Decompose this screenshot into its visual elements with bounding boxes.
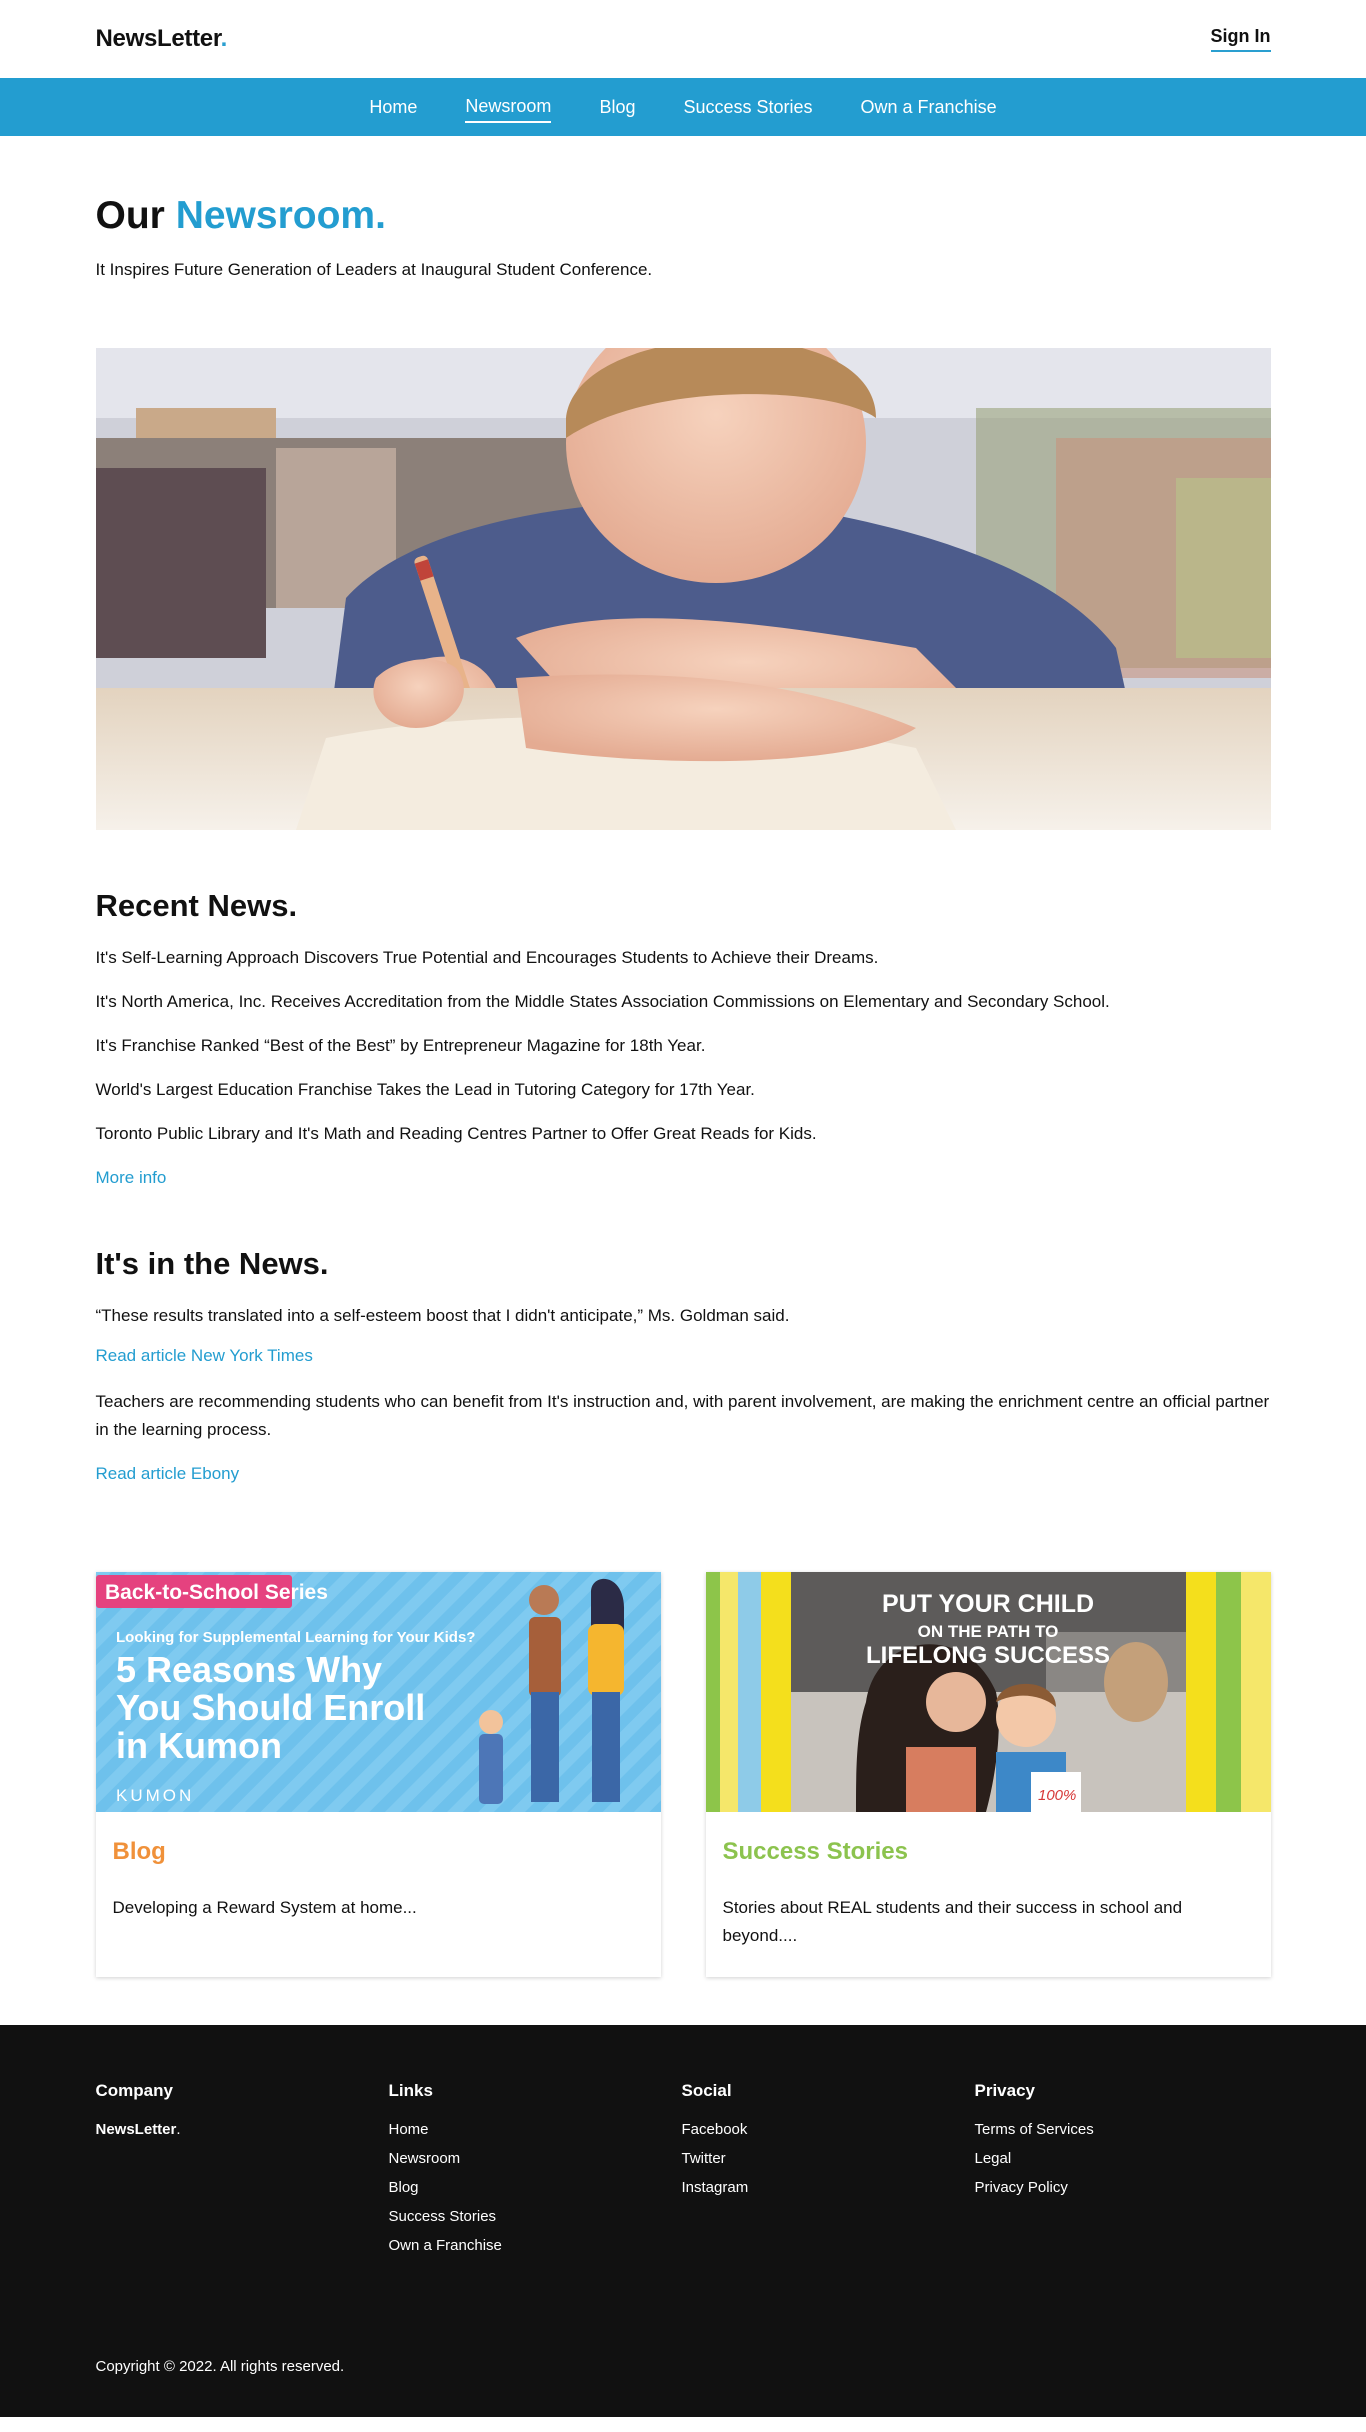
footer-link-own-a-franchise[interactable]: Own a Franchise [389, 2237, 682, 2254]
back-to-school-banner: Back-to-School Series Looking for Supple… [95, 1572, 661, 1812]
banner-headline-1: 5 Reasons Why [116, 1649, 382, 1690]
read-article-ebony-link[interactable]: Read article Ebony [96, 1464, 240, 1484]
success-stories-card[interactable]: 100% PUT YOUR CHILD ON THE PATH TO LIFEL… [705, 1572, 1271, 1977]
copyright-text: Copyright © 2022. All rights reserved. [95, 2358, 345, 2375]
footer-social-heading: Social [681, 2081, 732, 2100]
in-the-news-section: It's in the News. “These results transla… [96, 1246, 1271, 1484]
list-item: It's North America, Inc. Receives Accred… [95, 992, 1110, 1011]
hero-image-child-drawing [95, 348, 1271, 830]
footer-link-facebook[interactable]: Facebook [682, 2121, 975, 2138]
footer-links-column: Links Home Newsroom Blog Success Stories… [389, 2081, 682, 2266]
main-content: Our Newsroom. It Inspires Future Generat… [95, 194, 1271, 1977]
banner-line-1: PUT YOUR CHILD [881, 1590, 1093, 1618]
top-header: NewsLetter. Sign In Home Newsroom Blog S… [0, 0, 1366, 136]
site-logo[interactable]: NewsLetter. [95, 25, 228, 53]
footer-social-column: Social Facebook Twitter Instagram [682, 2081, 975, 2266]
blog-card-description: Developing a Reward System at home... [112, 1898, 417, 1917]
page-title: Our Newsroom. [96, 194, 1271, 238]
list-item: World's Largest Education Franchise Take… [95, 1080, 755, 1099]
banner-headline-3: in Kumon [116, 1725, 282, 1766]
nav-success-stories[interactable]: Success Stories [683, 93, 812, 122]
cards-section: Back-to-School Series Looking for Supple… [95, 1572, 1271, 1977]
footer-link-terms[interactable]: Terms of Services [975, 2121, 1268, 2138]
banner-line-3: LIFELONG SUCCESS [865, 1642, 1109, 1669]
site-footer: Company NewsLetter. Links Home Newsroom … [0, 2025, 1366, 2417]
in-the-news-heading: It's in the News. [95, 1246, 329, 1281]
footer-link-instagram[interactable]: Instagram [682, 2179, 975, 2196]
blog-card-title[interactable]: Blog [113, 1838, 644, 1866]
footer-brand-dot: . [176, 2121, 181, 2138]
recent-news-section: Recent News. It's Self-Learning Approach… [96, 888, 1271, 1188]
banner-line-2: ON THE PATH TO [917, 1622, 1058, 1641]
paper-score: 100% [1038, 1787, 1076, 1804]
list-item: It's Franchise Ranked “Best of the Best”… [95, 1036, 706, 1055]
hero-illustration [95, 348, 1271, 830]
page-subtitle: It Inspires Future Generation of Leaders… [95, 260, 653, 279]
banner-headline-2: You Should Enroll [116, 1687, 425, 1728]
banner-kicker: Looking for Supplemental Learning for Yo… [116, 1629, 475, 1646]
footer-link-privacy-policy[interactable]: Privacy Policy [975, 2179, 1268, 2196]
footer-privacy-heading: Privacy [974, 2081, 1036, 2100]
recent-news-heading: Recent News. [95, 888, 298, 923]
news-quote: “These results translated into a self-es… [95, 1306, 790, 1325]
footer-link-blog[interactable]: Blog [389, 2179, 682, 2196]
footer-brand: NewsLetter. [96, 2121, 389, 2138]
footer-privacy-column: Privacy Terms of Services Legal Privacy … [975, 2081, 1268, 2266]
news-paragraph: Teachers are recommending students who c… [95, 1392, 1270, 1439]
blog-card[interactable]: Back-to-School Series Looking for Supple… [95, 1572, 661, 1977]
main-nav: Home Newsroom Blog Success Stories Own a… [0, 78, 1366, 136]
footer-company-column: Company NewsLetter. [96, 2081, 389, 2266]
success-card-description: Stories about REAL students and their su… [722, 1898, 1183, 1945]
logo-dot: . [220, 25, 228, 52]
success-card-image: 100% PUT YOUR CHILD ON THE PATH TO LIFEL… [705, 1572, 1271, 1812]
recent-news-list: It's Self-Learning Approach Discovers Tr… [96, 948, 1271, 1144]
footer-link-twitter[interactable]: Twitter [682, 2150, 975, 2167]
logo-text: NewsLetter [95, 25, 221, 52]
banner-badge: Back-to-School Series [105, 1581, 328, 1604]
page-title-accent: Newsroom. [175, 194, 386, 237]
footer-company-heading: Company [95, 2081, 173, 2100]
nav-own-a-franchise[interactable]: Own a Franchise [861, 93, 997, 122]
footer-link-newsroom[interactable]: Newsroom [389, 2150, 682, 2167]
success-card-title[interactable]: Success Stories [723, 1838, 1254, 1866]
sign-in-link[interactable]: Sign In [1210, 26, 1271, 52]
blog-card-image: Back-to-School Series Looking for Supple… [95, 1572, 661, 1812]
footer-brand-name: NewsLetter [95, 2121, 177, 2138]
list-item: Toronto Public Library and It's Math and… [95, 1124, 817, 1143]
nav-blog[interactable]: Blog [599, 93, 635, 122]
more-info-link[interactable]: More info [96, 1168, 167, 1188]
list-item: It's Self-Learning Approach Discovers Tr… [95, 948, 879, 967]
lifelong-success-banner: 100% PUT YOUR CHILD ON THE PATH TO LIFEL… [705, 1572, 1271, 1812]
read-article-nyt-link[interactable]: Read article New York Times [96, 1346, 313, 1366]
page-title-prefix: Our [95, 194, 165, 237]
nav-home[interactable]: Home [369, 93, 417, 122]
footer-link-success-stories[interactable]: Success Stories [389, 2208, 682, 2225]
footer-link-legal[interactable]: Legal [975, 2150, 1268, 2167]
nav-newsroom[interactable]: Newsroom [465, 92, 552, 123]
footer-links-heading: Links [388, 2081, 433, 2100]
banner-brand: KUMON [116, 1786, 194, 1805]
footer-link-home[interactable]: Home [389, 2121, 682, 2138]
